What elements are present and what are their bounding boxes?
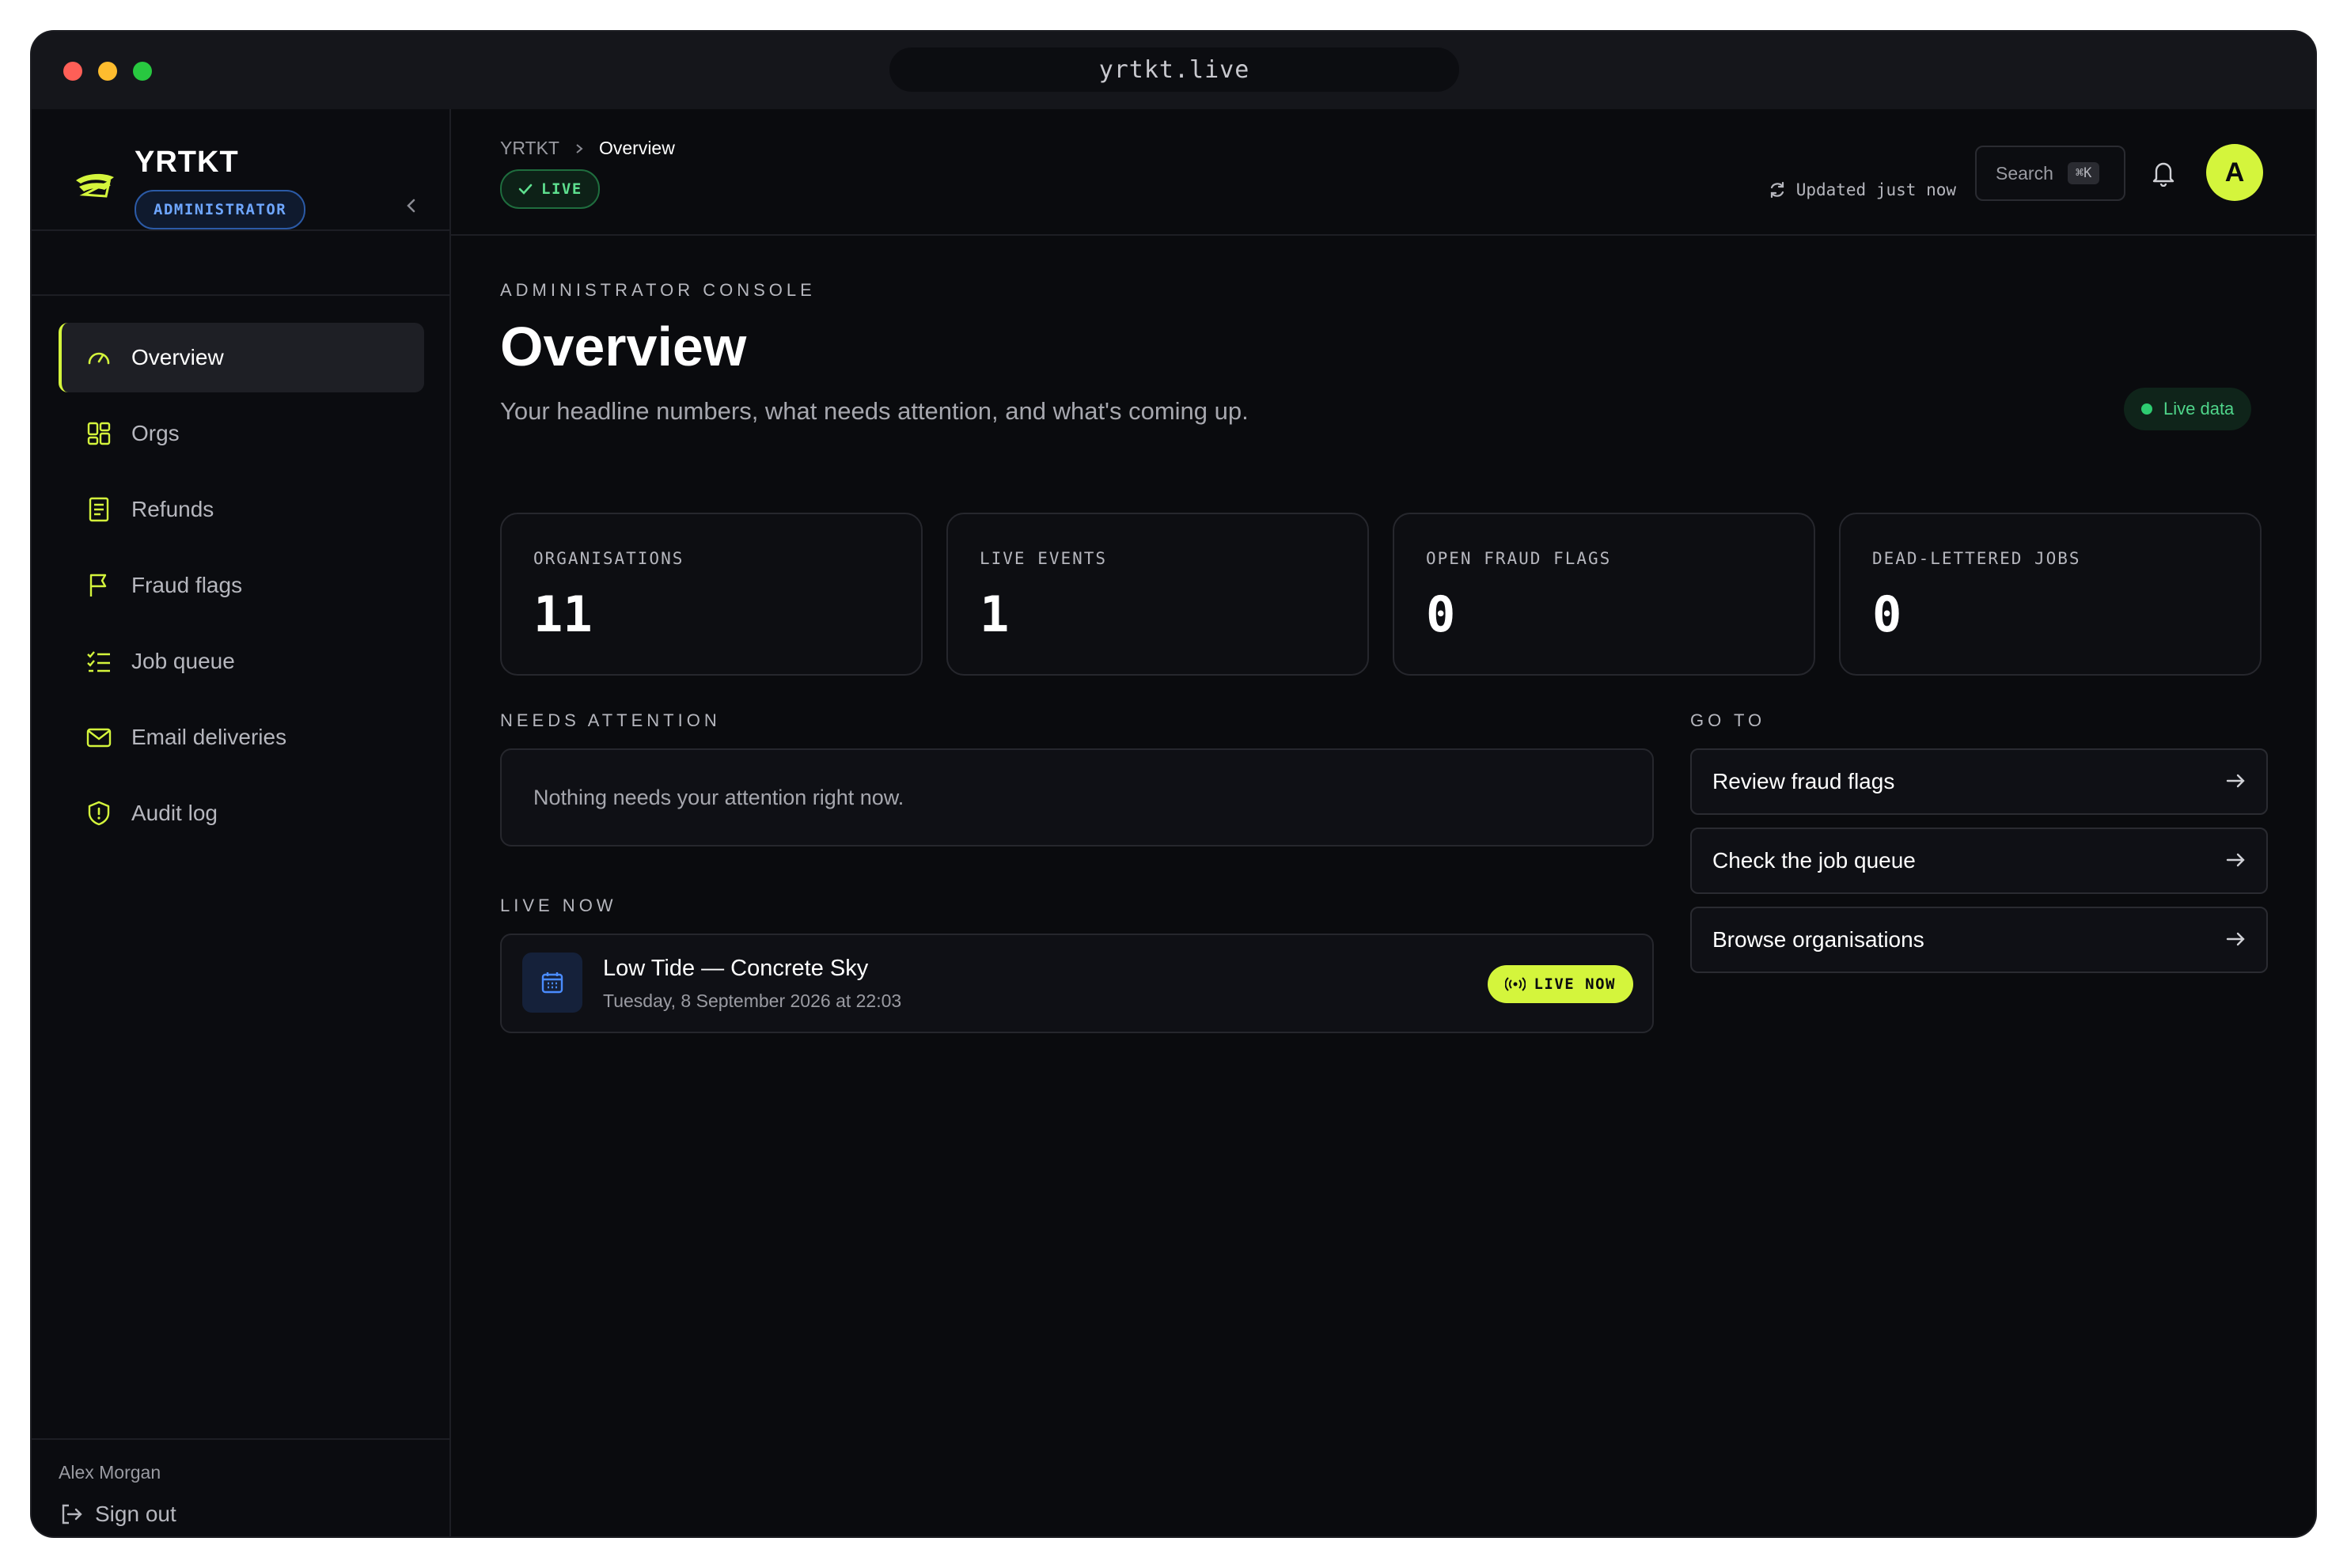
arrow-right-icon bbox=[2226, 853, 2245, 867]
needs-attention-panel: Nothing needs your attention right now. bbox=[500, 748, 1654, 846]
sidebar-item-overview[interactable]: Overview bbox=[59, 323, 424, 392]
chevron-right-icon bbox=[574, 138, 585, 159]
review-fraud-flags-link[interactable]: Review fraud flags bbox=[1690, 748, 2268, 815]
shield-icon bbox=[88, 801, 110, 826]
sidebar-item-audit-log[interactable]: Audit log bbox=[59, 778, 424, 848]
updated-indicator: Updated just now bbox=[1768, 180, 1956, 199]
sidebar-item-refunds[interactable]: Refunds bbox=[59, 475, 424, 544]
sidebar-divider bbox=[32, 1438, 449, 1440]
sidebar-item-job-queue[interactable]: Job queue bbox=[59, 627, 424, 696]
search-label: Search bbox=[1996, 162, 2053, 184]
link-label: Browse organisations bbox=[1712, 927, 1924, 952]
search-shortcut: ⌘K bbox=[2067, 162, 2100, 184]
sidebar: YRTKT ADMINISTRATOR Overview Orgs Refund… bbox=[32, 109, 451, 1536]
stat-label: DEAD-LETTERED JOBS bbox=[1872, 549, 2081, 568]
stat-card-live-events: LIVE EVENTS 1 bbox=[946, 513, 1369, 676]
browser-titlebar: yrtkt.live bbox=[32, 32, 2315, 109]
maximize-window-button[interactable] bbox=[133, 62, 152, 81]
page-eyebrow: ADMINISTRATOR CONSOLE bbox=[500, 280, 816, 300]
arrow-right-icon bbox=[2226, 774, 2245, 788]
broadcast-icon bbox=[1505, 977, 1526, 991]
search-button[interactable]: Search ⌘K bbox=[1975, 146, 2125, 201]
stat-label: ORGANISATIONS bbox=[533, 549, 684, 568]
browse-organisations-link[interactable]: Browse organisations bbox=[1690, 907, 2268, 973]
sidebar-item-email-deliveries[interactable]: Email deliveries bbox=[59, 703, 424, 772]
brand-name: YRTKT bbox=[135, 146, 239, 179]
page-title: Overview bbox=[500, 316, 747, 377]
live-now-heading: LIVE NOW bbox=[500, 896, 617, 915]
live-event-row[interactable]: Low Tide — Concrete Sky Tuesday, 8 Septe… bbox=[500, 934, 1654, 1033]
sidebar-item-label: Orgs bbox=[131, 421, 180, 445]
gauge-icon bbox=[88, 352, 110, 365]
breadcrumb-current: Overview bbox=[598, 138, 675, 158]
stat-card-dead-lettered-jobs: DEAD-LETTERED JOBS 0 bbox=[1839, 513, 2262, 676]
chevron-left-icon bbox=[407, 199, 415, 213]
avatar[interactable]: A bbox=[2206, 144, 2263, 201]
breadcrumb: YRTKT Overview bbox=[500, 138, 675, 159]
app-window: yrtkt.live YRTKT ADMINISTRATOR Overview bbox=[32, 32, 2315, 1536]
close-window-button[interactable] bbox=[63, 62, 82, 81]
go-to-heading: GO TO bbox=[1690, 710, 1766, 730]
flag-icon bbox=[89, 574, 107, 597]
stat-value: 0 bbox=[1872, 585, 1902, 643]
check-job-queue-link[interactable]: Check the job queue bbox=[1690, 828, 2268, 894]
event-date: Tuesday, 8 September 2026 at 22:03 bbox=[603, 990, 902, 1011]
live-now-badge-text: LIVE NOW bbox=[1534, 975, 1616, 993]
refresh-icon bbox=[1770, 181, 1784, 199]
sidebar-divider bbox=[32, 294, 449, 296]
minimize-window-button[interactable] bbox=[98, 62, 117, 81]
role-badge: ADMINISTRATOR bbox=[135, 190, 306, 229]
sidebar-item-label: Refunds bbox=[131, 497, 214, 521]
mail-icon bbox=[86, 728, 112, 748]
event-title: Low Tide — Concrete Sky bbox=[603, 956, 869, 981]
bell-icon[interactable] bbox=[2149, 158, 2178, 187]
stats-row: ORGANISATIONS 11 LIVE EVENTS 1 OPEN FRAU… bbox=[500, 513, 2266, 676]
live-now-badge: LIVE NOW bbox=[1488, 965, 1633, 1003]
brand-logo-icon bbox=[76, 173, 114, 198]
sidebar-item-fraud-flags[interactable]: Fraud flags bbox=[59, 551, 424, 620]
live-status-badge: LIVE bbox=[500, 169, 600, 209]
stat-value: 1 bbox=[980, 585, 1010, 643]
sidebar-item-orgs[interactable]: Orgs bbox=[59, 399, 424, 468]
checklist-icon bbox=[87, 651, 110, 672]
sidebar-item-label: Fraud flags bbox=[131, 573, 243, 597]
sign-out-icon bbox=[62, 1504, 82, 1524]
live-dot-icon bbox=[2141, 403, 2152, 415]
sign-out-label: Sign out bbox=[95, 1502, 176, 1526]
sidebar-item-label: Audit log bbox=[131, 801, 218, 825]
stat-value: 0 bbox=[1426, 585, 1456, 643]
needs-attention-heading: NEEDS ATTENTION bbox=[500, 710, 721, 730]
sign-out-button[interactable]: Sign out bbox=[59, 1502, 176, 1527]
grid-icon bbox=[87, 422, 111, 445]
live-status-text: LIVE bbox=[541, 180, 582, 198]
sidebar-item-label: Job queue bbox=[131, 649, 235, 673]
needs-attention-message: Nothing needs your attention right now. bbox=[533, 785, 904, 809]
arrow-right-icon bbox=[2226, 932, 2245, 946]
user-name: Alex Morgan bbox=[59, 1462, 161, 1483]
sidebar-item-label: Overview bbox=[131, 345, 224, 369]
link-label: Review fraud flags bbox=[1712, 769, 1895, 793]
live-data-text: Live data bbox=[2163, 399, 2235, 419]
link-label: Check the job queue bbox=[1712, 848, 1916, 873]
stat-card-organisations: ORGANISATIONS 11 bbox=[500, 513, 923, 676]
stat-card-open-fraud-flags: OPEN FRAUD FLAGS 0 bbox=[1393, 513, 1815, 676]
collapse-sidebar-button[interactable] bbox=[396, 190, 427, 222]
calendar-icon bbox=[522, 953, 582, 1013]
page-subtitle: Your headline numbers, what needs attent… bbox=[500, 397, 1249, 425]
stat-label: OPEN FRAUD FLAGS bbox=[1426, 549, 1612, 568]
sidebar-nav: Overview Orgs Refunds Fraud flags Job qu… bbox=[59, 323, 424, 854]
topbar: YRTKT Overview LIVE Updated just now Sea… bbox=[451, 109, 2315, 236]
stat-label: LIVE EVENTS bbox=[980, 549, 1108, 568]
stat-value: 11 bbox=[533, 585, 593, 643]
receipt-icon bbox=[89, 497, 109, 522]
url-bar[interactable]: yrtkt.live bbox=[889, 47, 1459, 92]
sidebar-divider bbox=[32, 229, 449, 231]
sidebar-item-label: Email deliveries bbox=[131, 725, 287, 749]
breadcrumb-root[interactable]: YRTKT bbox=[500, 138, 559, 159]
updated-text: Updated just now bbox=[1795, 180, 1956, 199]
check-icon bbox=[518, 184, 533, 195]
live-data-badge: Live data bbox=[2124, 388, 2252, 430]
